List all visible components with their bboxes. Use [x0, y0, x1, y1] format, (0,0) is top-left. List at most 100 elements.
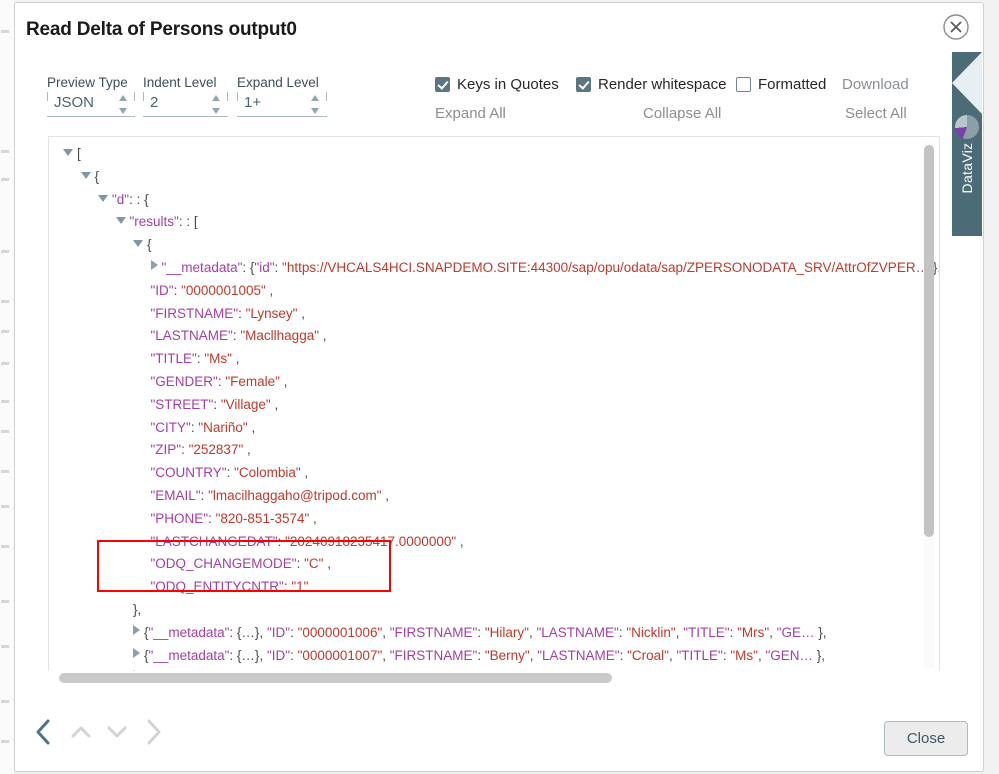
stepper-up-icon[interactable] [311, 95, 319, 101]
select-all-link[interactable]: Select All [845, 105, 907, 122]
json-tree-row[interactable]: { [49, 234, 939, 257]
checkbox-keys-in-quotes[interactable]: Keys in Quotes [435, 76, 559, 93]
background-streak [1, 545, 9, 548]
json-tree-row[interactable]: "LASTCHANGEDAT": "20240918235417.0000000… [49, 531, 939, 554]
close-circle-icon[interactable] [942, 13, 970, 41]
json-tree-row[interactable]: "FIRSTNAME": "Lynsey" , [49, 303, 939, 326]
indent-level-stepper[interactable]: Indent Level 2 [143, 75, 228, 117]
json-punctuation: , [319, 328, 327, 343]
stepper-down-icon[interactable] [212, 108, 220, 114]
json-tree-row[interactable]: "GENDER": "Female" , [49, 371, 939, 394]
dataviz-panel-tab[interactable]: DataViz [952, 52, 982, 236]
json-tree-row[interactable]: { [49, 166, 939, 189]
checkbox-formatted[interactable]: Formatted [736, 76, 826, 93]
json-tree-row[interactable]: }, [49, 599, 939, 622]
json-tree-row[interactable]: "TITLE": "Ms" , [49, 348, 939, 371]
indent-level-arrows[interactable] [212, 95, 221, 114]
checkbox-render-whitespace[interactable]: Render whitespace [576, 76, 726, 93]
json-value: "Ms" [204, 351, 232, 366]
preview-type-stepper[interactable]: Preview Type JSON [47, 75, 135, 117]
checkbox-checked-icon[interactable] [435, 77, 450, 92]
json-key: "GENDER" [151, 374, 218, 389]
json-tree-row[interactable]: "ID": "0000001005" , [49, 280, 939, 303]
json-tree-row[interactable]: "ZIP": "252837" , [49, 439, 939, 462]
checkbox-render-whitespace-label: Render whitespace [598, 76, 726, 93]
json-key: "FIRSTNAME" [390, 625, 478, 640]
json-key: "FIRSTNAME" [151, 306, 239, 321]
json-collapsed-object: {…} [237, 648, 260, 663]
json-value: "820-851-3574" [216, 511, 310, 526]
checkbox-unchecked-icon[interactable] [736, 77, 751, 92]
json-punctuation: }, [814, 625, 826, 640]
collapse-triangle-icon[interactable] [133, 240, 143, 247]
json-collapsed-row[interactable]: {"__metadata": {…}, "ID": "0000001007", … [49, 645, 939, 668]
json-tree-row[interactable]: "COUNTRY": "Colombia" , [49, 462, 939, 485]
json-tree-row[interactable]: "d": : { [49, 189, 939, 212]
json-key: "d" [112, 192, 129, 207]
background-streak [1, 600, 9, 603]
vertical-scrollbar-thumb[interactable] [924, 145, 934, 537]
json-value: "Mrs" [737, 625, 769, 640]
nav-next-button[interactable] [140, 715, 168, 749]
chevron-left-icon[interactable] [952, 52, 982, 114]
expand-level-label: Expand Level [237, 75, 327, 90]
nav-down-button[interactable] [103, 715, 131, 749]
json-colon: : [174, 283, 182, 298]
collapse-all-link[interactable]: Collapse All [643, 105, 721, 122]
download-link[interactable]: Download [842, 76, 909, 93]
json-punctuation: { [147, 237, 152, 252]
json-colon: : [238, 306, 246, 321]
json-punctuation: , [456, 534, 464, 549]
collapse-triangle-icon[interactable] [98, 195, 108, 202]
json-tree-row[interactable]: "__metadata": {"id": "https://VHCALS4HCI… [49, 257, 939, 280]
stepper-down-icon[interactable] [311, 108, 319, 114]
horizontal-scrollbar-thumb[interactable] [59, 673, 612, 683]
json-collapsed-row[interactable]: {"__metadata": {…}, "ID": "0000001006", … [49, 622, 939, 645]
json-colon: : [242, 260, 250, 275]
expand-level-stepper[interactable]: Expand Level 1+ [237, 75, 327, 117]
expand-triangle-icon[interactable] [151, 260, 158, 270]
indent-level-value: 2 [150, 94, 158, 111]
json-key: "ODQ_CHANGEMODE" [151, 556, 297, 571]
json-punctuation: , [382, 648, 390, 663]
stepper-down-icon[interactable] [119, 108, 127, 114]
expand-level-value: 1+ [244, 94, 261, 111]
stepper-up-icon[interactable] [212, 95, 220, 101]
json-value: "20240918235417.0000000" [285, 534, 456, 549]
json-tree-row[interactable]: "results": : [ [49, 211, 939, 234]
expand-triangle-icon[interactable] [133, 625, 140, 635]
json-tree-row[interactable]: "STREET": "Village" , [49, 394, 939, 417]
checkbox-checked-icon[interactable] [576, 77, 591, 92]
close-button[interactable]: Close [884, 721, 968, 756]
background-streak [1, 505, 9, 508]
json-punctuation: , [243, 442, 251, 457]
nav-up-button[interactable] [67, 715, 95, 749]
json-value: "0000001006" [298, 625, 383, 640]
json-tree-row[interactable]: "ODQ_ENTITYCNTR": "1" [49, 576, 939, 599]
json-tree-row[interactable]: "PHONE": "820-851-3574" , [49, 508, 939, 531]
preview-type-arrows[interactable] [119, 95, 128, 114]
json-key: "LASTNAME" [536, 625, 618, 640]
json-colon: : [620, 648, 628, 663]
collapse-triangle-icon[interactable] [63, 149, 73, 156]
expand-triangle-icon[interactable] [133, 648, 140, 658]
json-punctuation: , [259, 648, 267, 663]
expand-level-arrows[interactable] [311, 95, 320, 114]
stepper-up-icon[interactable] [119, 95, 127, 101]
collapse-triangle-icon[interactable] [81, 172, 91, 179]
json-colon: : [181, 442, 189, 457]
json-punctuation: [ [77, 146, 81, 161]
json-tree-row[interactable]: "CITY": "Nariño" , [49, 417, 939, 440]
json-colon: : [297, 556, 305, 571]
json-tree-row[interactable]: [ [49, 143, 939, 166]
json-punctuation: }, [133, 602, 141, 617]
json-preview-area[interactable]: [{"d": : {"results": : [{"__metadata": {… [48, 136, 940, 675]
json-tree-row[interactable]: "LASTNAME": "Macllhagga" , [49, 325, 939, 348]
json-tree-row[interactable]: "EMAIL": "lmacilhaggaho@tripod.com" , [49, 485, 939, 508]
json-tree-row[interactable]: "ODQ_CHANGEMODE": "C" , [49, 553, 939, 576]
json-colon: : [275, 260, 283, 275]
collapse-triangle-icon[interactable] [116, 217, 126, 224]
json-value: "252837" [189, 442, 244, 457]
expand-all-link[interactable]: Expand All [435, 105, 506, 122]
nav-previous-button[interactable] [29, 715, 57, 749]
